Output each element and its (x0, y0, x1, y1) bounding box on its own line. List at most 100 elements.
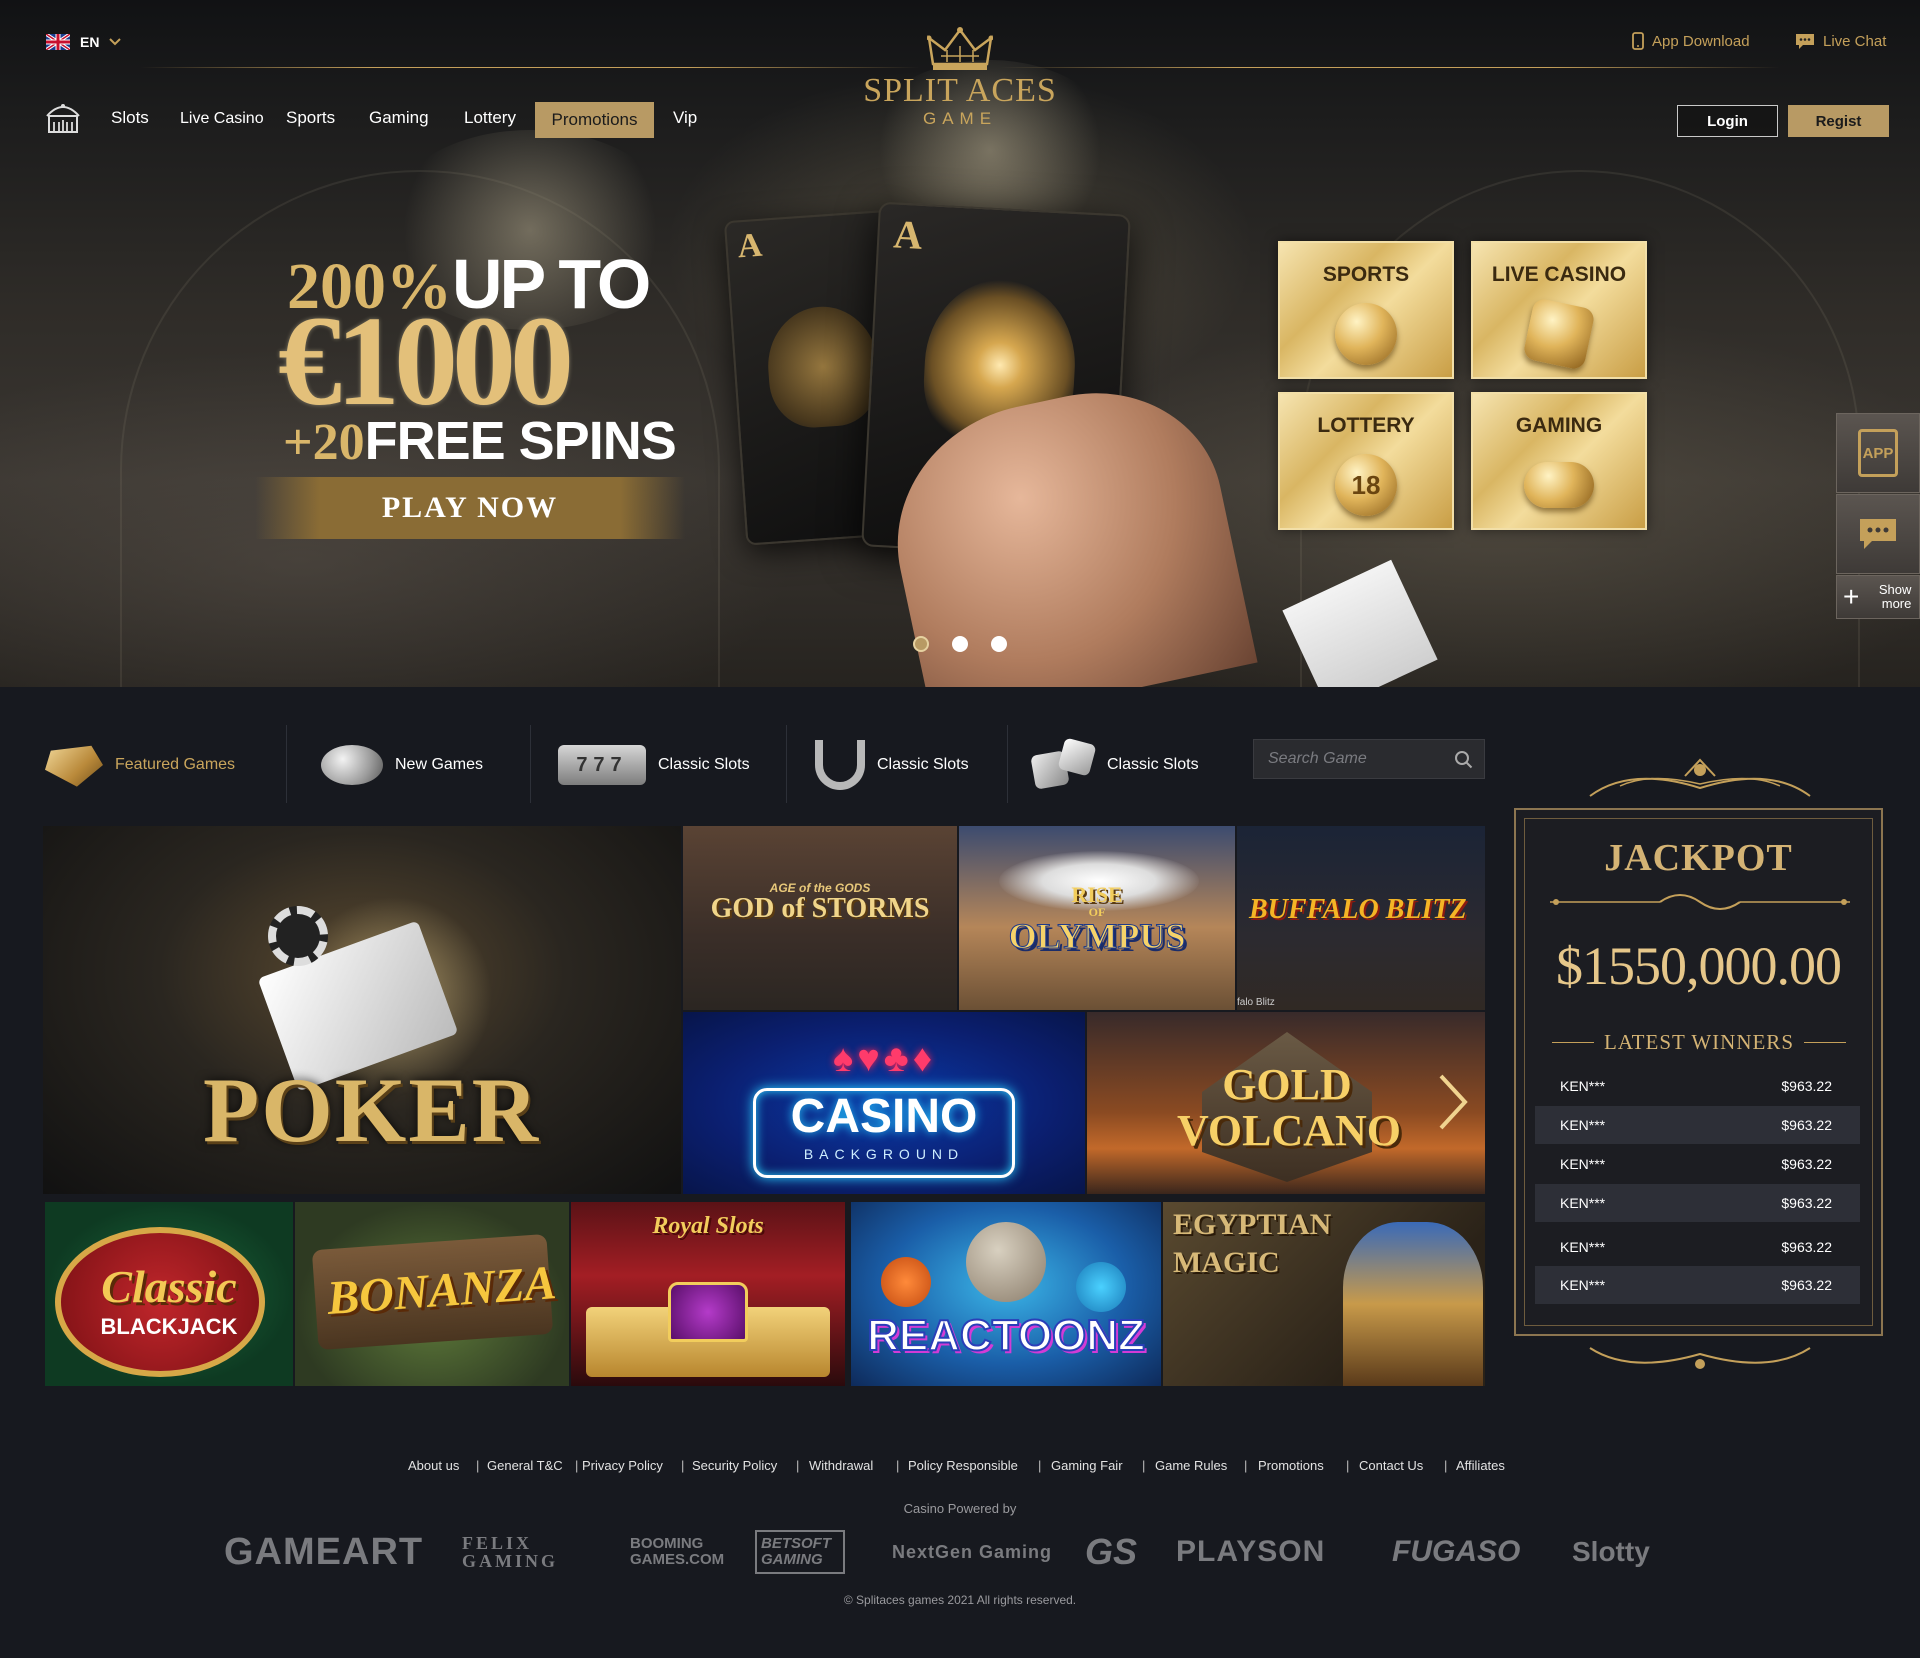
tab-classic-slots-1-label: Classic Slots (658, 756, 750, 773)
magic-title: MAGIC (1173, 1246, 1280, 1279)
tab-new-games-label: New Games (395, 756, 484, 773)
language-selector[interactable]: EN (46, 34, 122, 50)
search-game-box[interactable] (1253, 739, 1485, 779)
footer-link-fair[interactable]: Gaming Fair (1051, 1458, 1123, 1473)
footer-link-promotions[interactable]: Promotions (1258, 1458, 1324, 1473)
game-god-of-storms[interactable]: AGE of the GODS GOD of STORMS (683, 826, 957, 1010)
live-chat-link[interactable]: Live Chat (1795, 32, 1886, 50)
game-egyptian-magic[interactable]: EGYPTIAN MAGIC (1163, 1202, 1485, 1386)
nav-promotions[interactable]: Promotions (535, 102, 654, 138)
footer-separator: | (1346, 1458, 1350, 1473)
tab-new-games[interactable]: New Games (321, 730, 483, 800)
search-game-input[interactable] (1268, 750, 1448, 768)
app-download-link[interactable]: App Download (1632, 32, 1750, 50)
show-more-button[interactable]: + Show more (1836, 575, 1920, 619)
game-rise-of-olympus[interactable]: RISE OF OLYMPUS (959, 826, 1235, 1010)
provider-logo-felix: FELIX GAMING (462, 1533, 558, 1571)
site-logo[interactable]: SPLIT ACES GAME (860, 26, 1060, 130)
footer-link-privacy[interactable]: Privacy Policy (582, 1458, 663, 1473)
tab-classic-slots-1[interactable]: 777 Classic Slots (558, 730, 750, 800)
nav-sports[interactable]: Sports (286, 108, 335, 128)
slider-dot-2[interactable] (952, 636, 968, 652)
god-storms-title: GOD of STORMS (710, 893, 930, 924)
register-button[interactable]: Regist (1788, 105, 1889, 137)
winner-name: KEN*** (1560, 1156, 1606, 1172)
powered-by-label: Casino Powered by (903, 1501, 1017, 1516)
game-bonanza[interactable]: BONANZA (295, 1202, 569, 1386)
logo-title: SPLIT ACES (863, 72, 1057, 109)
header-divider (140, 67, 920, 68)
tab-classic-slots-3[interactable]: Classic Slots (1030, 730, 1199, 800)
tile-live-casino[interactable]: LIVE CASINO (1471, 241, 1647, 379)
chevron-right-icon[interactable] (1435, 1072, 1471, 1132)
tile-gaming[interactable]: GAMING (1471, 392, 1647, 530)
dice-pair-icon (1030, 737, 1097, 791)
nav-vip[interactable]: Vip (673, 108, 697, 128)
search-icon[interactable] (1454, 750, 1474, 770)
classic-title: Classic (101, 1261, 237, 1312)
promo-spins-count: +20 (283, 414, 365, 471)
lottery-ball-number: 18 (1351, 469, 1381, 500)
card-suits-icon: ♠♥♣♦ (833, 1038, 937, 1080)
olympus-top: RISE (1071, 882, 1123, 907)
game-gold-volcano[interactable]: GOLD VOLCANO (1087, 1012, 1485, 1194)
tab-divider (530, 725, 531, 803)
app-side-label: APP (1862, 444, 1894, 462)
dice-icon (1522, 297, 1596, 371)
egyptian-title: EGYPTIAN (1173, 1208, 1332, 1241)
provider-logo-gameart: GAMEART (224, 1530, 424, 1573)
nav-live-casino[interactable]: Live Casino (180, 110, 264, 128)
game-reactoonz[interactable]: REACTOONZ (851, 1202, 1161, 1386)
game-classic-blackjack[interactable]: Classic BLACKJACK (45, 1202, 293, 1386)
app-side-button[interactable]: APP (1836, 413, 1920, 493)
footer-link-terms[interactable]: General T&C (487, 1458, 563, 1473)
gold-volcano-title: GOLD VOLCANO (1177, 1060, 1402, 1155)
language-code: EN (80, 34, 100, 50)
winner-amount: $963.22 (1781, 1195, 1832, 1211)
footer-link-security[interactable]: Security Policy (692, 1458, 777, 1473)
footer-separator: | (575, 1458, 579, 1473)
footer-link-about[interactable]: About us (408, 1458, 459, 1473)
copyright: © Splitaces games 2021 All rights reserv… (843, 1593, 1077, 1607)
game-casino-background[interactable]: ♠♥♣♦ CASINO BACKGROUND (683, 1012, 1085, 1194)
slider-dot-1[interactable] (913, 636, 929, 652)
footer-link-affiliates[interactable]: Affiliates (1456, 1458, 1505, 1473)
provider-logo-slotty: Slotty (1572, 1536, 1650, 1567)
slider-dot-3[interactable] (991, 636, 1007, 652)
tile-sports[interactable]: SPORTS (1278, 241, 1454, 379)
tile-live-casino-label: LIVE CASINO (1491, 263, 1627, 286)
play-now-button[interactable]: PLAY NOW (255, 477, 685, 539)
game-royal-slots[interactable]: Royal Slots (571, 1202, 845, 1386)
buffalo-caption: falo Blitz (1237, 997, 1275, 1008)
game-poker[interactable]: POKER (43, 826, 681, 1194)
provider-logo-booming: BOOMING GAMES.COM (630, 1535, 725, 1568)
tab-classic-slots-2[interactable]: Classic Slots (815, 730, 969, 800)
login-button[interactable]: Login (1677, 105, 1778, 137)
winner-row: KEN*** $963.22 (1535, 1145, 1860, 1183)
latest-winners-label: LATEST WINNERS (1604, 1030, 1794, 1054)
nav-gaming[interactable]: Gaming (369, 108, 429, 128)
home-icon[interactable] (44, 100, 82, 134)
app-file-icon: APP (1858, 429, 1898, 477)
winner-amount: $963.22 (1781, 1239, 1832, 1255)
winner-row: KEN*** $963.22 (1535, 1067, 1860, 1105)
footer-link-withdrawal[interactable]: Withdrawal (809, 1458, 873, 1473)
ornament-bottom-icon (1589, 1347, 1811, 1369)
reactoonz-title: REACTOONZ (866, 1311, 1146, 1360)
nav-lottery[interactable]: Lottery (464, 108, 516, 128)
chat-side-button[interactable] (1836, 494, 1920, 574)
tile-sports-label: SPORTS (1322, 263, 1410, 286)
tile-lottery[interactable]: LOTTERY 18 (1278, 392, 1454, 530)
poker-chip (268, 906, 328, 966)
alien-creature (881, 1257, 931, 1307)
game-buffalo-blitz[interactable]: BUFFALO BLITZ falo Blitz (1237, 826, 1485, 1010)
lottery-ball-icon: 18 (1335, 454, 1397, 516)
horseshoe-icon (815, 740, 865, 790)
footer-link-contact[interactable]: Contact Us (1359, 1458, 1423, 1473)
footer-link-responsible[interactable]: Policy Responsible (908, 1458, 1018, 1473)
nav-slots[interactable]: Slots (111, 108, 149, 128)
tab-featured-games[interactable]: Featured Games (45, 730, 235, 800)
blackjack-title: BLACKJACK (100, 1314, 238, 1339)
gold-bar-icon (45, 745, 103, 787)
footer-link-rules[interactable]: Game Rules (1155, 1458, 1227, 1473)
